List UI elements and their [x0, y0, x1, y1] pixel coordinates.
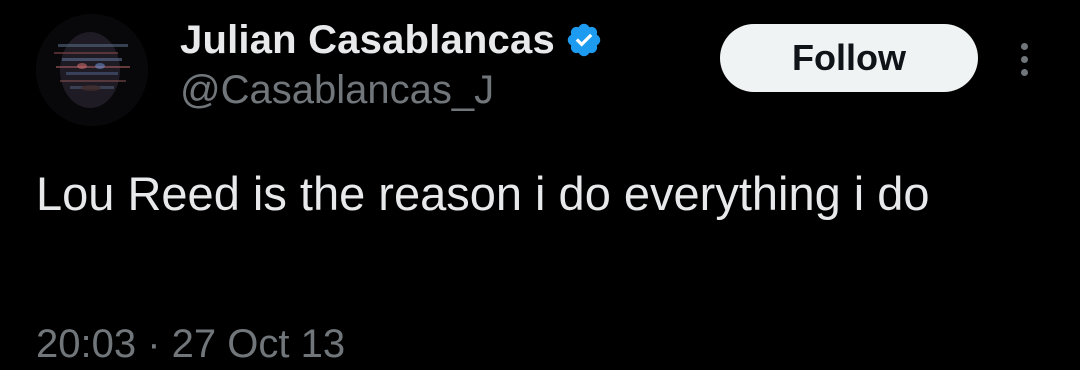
more-dot: [1020, 55, 1028, 63]
verified-badge-icon[interactable]: [565, 21, 603, 59]
profile-avatar[interactable]: [36, 14, 148, 126]
tweet-card: Julian Casablancas @Casablancas_J Follow…: [0, 0, 1080, 366]
author-name-row: Julian Casablancas: [180, 14, 603, 66]
avatar-image: [36, 14, 148, 126]
author-display-name[interactable]: Julian Casablancas: [180, 18, 555, 63]
author-handle[interactable]: @Casablancas_J: [180, 68, 494, 113]
more-dot: [1020, 42, 1028, 50]
tweet-timestamp[interactable]: 20:03 · 27 Oct 13: [36, 318, 345, 370]
follow-button[interactable]: Follow: [720, 24, 978, 92]
more-vertical-icon[interactable]: [1004, 34, 1044, 84]
more-dot: [1020, 68, 1028, 76]
tweet-text: Lou Reed is the reason i do everything i…: [36, 167, 930, 220]
